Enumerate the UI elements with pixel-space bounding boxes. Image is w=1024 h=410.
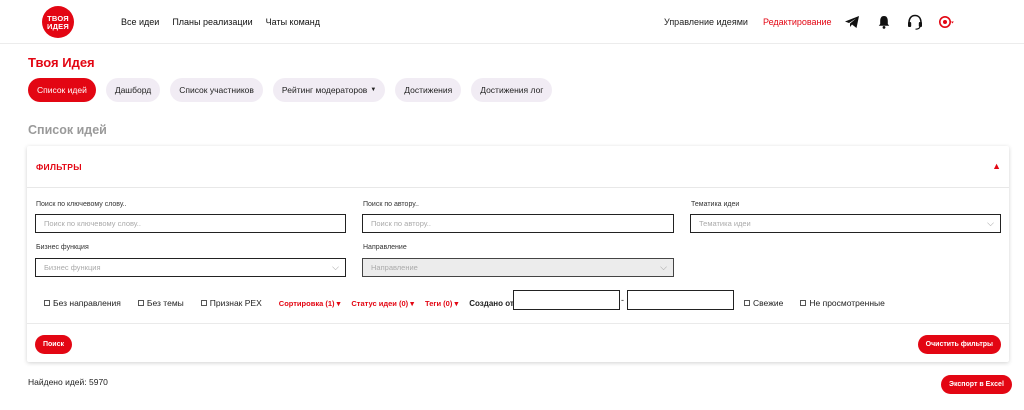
keyword-label: Поиск по ключевому слову.. [36, 201, 127, 208]
keyword-placeholder: Поиск по ключевому слову.. [44, 219, 141, 228]
tags-dropdown[interactable]: Теги (0) ▾ [425, 299, 458, 308]
divider [27, 323, 1009, 324]
section-title: Список идей [28, 123, 107, 137]
search-button[interactable]: Поиск [35, 335, 73, 354]
created-from-label: Создано от [469, 298, 514, 308]
checkbox-no-direction[interactable]: Без направления [44, 298, 121, 308]
nav-team-chats[interactable]: Чаты команд [266, 17, 320, 27]
author-label: Поиск по автору.. [363, 201, 419, 208]
author-placeholder: Поиск по автору.. [371, 219, 431, 228]
checkbox-box[interactable] [800, 300, 807, 306]
sort-label: Сортировка (1) [278, 298, 335, 308]
checkbox-not-viewed[interactable]: Не просмотренные [800, 298, 885, 308]
tab-moderator-rating[interactable]: Рейтинг модераторов ▼ [272, 78, 386, 102]
tab-label: Дашборд [114, 85, 152, 95]
business-function-select[interactable]: Бизнес функция ⌵ [35, 258, 346, 277]
manage-ideas-link[interactable]: Управление идеями [664, 17, 748, 27]
date-separator: - [621, 295, 624, 305]
checkbox-box[interactable] [137, 300, 144, 306]
chevron-up-icon[interactable]: ▲ [992, 161, 1001, 171]
chevron-down-icon: ⌵ [332, 262, 339, 272]
date-from-input[interactable] [513, 290, 620, 310]
tab-idea-list[interactable]: Список идей [28, 78, 96, 102]
tab-label: Достижения [404, 85, 453, 95]
tabs-bar: Список идей Дашборд Список участников Ре… [28, 78, 553, 102]
tab-label: Рейтинг модераторов [281, 85, 368, 95]
sort-dropdown[interactable]: Сортировка (1) ▾ [279, 299, 341, 308]
tab-achievements[interactable]: Достижения [395, 78, 462, 102]
nav-implementation-plans[interactable]: Планы реализации [172, 17, 252, 27]
checkbox-rex[interactable]: Признак РЕХ [200, 298, 262, 308]
telegram-icon[interactable] [844, 14, 860, 30]
chevron-down-icon: ⌵ [660, 262, 667, 272]
clear-filters-label: Очистить фильтры [925, 341, 993, 348]
tab-dashboard[interactable]: Дашборд [105, 78, 161, 102]
checkbox-fresh[interactable]: Свежие [744, 298, 783, 308]
topic-select[interactable]: Тематика идеи ⌵ [690, 214, 1001, 233]
checkbox-no-topic[interactable]: Без темы [137, 298, 184, 308]
checkbox-box[interactable] [744, 300, 750, 306]
tab-label: Список участников [179, 85, 254, 95]
tab-participants[interactable]: Список участников [170, 78, 263, 102]
filter-options-row-right: Свежие Не просмотренные [744, 295, 902, 311]
filter-options-row: Без направления Без темы Признак РЕХ Сор… [44, 295, 516, 311]
checkbox-box[interactable] [44, 300, 50, 306]
business-function-label: Бизнес функция [36, 244, 89, 251]
status-dropdown[interactable]: Статус идеи (0) ▾ [351, 299, 414, 308]
export-button-label: Экспорт в Excel [949, 381, 1004, 388]
status-label: Статус идеи (0) [351, 298, 409, 308]
chevron-down-icon: ⌵ [987, 218, 994, 228]
topic-placeholder: Тематика идеи [699, 219, 751, 228]
checkbox-box[interactable] [200, 300, 207, 306]
checkbox-label: Признак РЕХ [209, 298, 262, 308]
filters-header[interactable]: ФИЛЬТРЫ ▲ [27, 146, 1009, 188]
checkbox-label: Без темы [146, 298, 184, 308]
tags-label: Теги (0) [424, 298, 453, 308]
editing-link[interactable]: Редактирование [763, 17, 832, 27]
filters-title: ФИЛЬТРЫ [36, 162, 82, 172]
checkbox-label: Свежие [753, 298, 784, 308]
direction-select[interactable]: Направление ⌵ [362, 258, 674, 277]
direction-placeholder: Направление [371, 263, 418, 272]
business-placeholder: Бизнес функция [44, 263, 101, 272]
tab-achievements-log[interactable]: Достижения лог [471, 78, 553, 102]
tab-label: Список идей [37, 85, 87, 95]
top-bar: ТВОЯ ИДЕЯ Все идеи Планы реализации Чаты… [0, 0, 1024, 44]
bell-icon[interactable] [876, 14, 892, 30]
export-excel-button[interactable]: Экспорт в Excel [941, 375, 1012, 394]
tab-label: Достижения лог [480, 85, 544, 95]
found-count: Найдено идей: 5970 [28, 377, 108, 387]
topic-label: Тематика идеи [691, 201, 740, 208]
author-search-input[interactable]: Поиск по автору.. [362, 214, 674, 233]
logo-text-bottom: ИДЕЯ [47, 22, 69, 31]
search-button-label: Поиск [43, 341, 65, 348]
checkbox-label: Не просмотренные [809, 298, 885, 308]
support-headset-icon[interactable] [906, 13, 924, 31]
direction-label: Направление [363, 244, 407, 251]
clear-filters-button[interactable]: Очистить фильтры [917, 335, 1001, 354]
date-to-input[interactable] [627, 290, 734, 310]
caret-down-icon: ▼ [370, 87, 377, 93]
keyword-search-input[interactable]: Поиск по ключевому слову.. [35, 214, 346, 233]
user-settings-icon[interactable] [938, 14, 954, 30]
nav-all-ideas[interactable]: Все идеи [121, 17, 159, 27]
brand-title: Твоя Идея [28, 55, 95, 70]
logo[interactable]: ТВОЯ ИДЕЯ [42, 6, 74, 38]
top-nav: Все идеи Планы реализации Чаты команд [121, 17, 320, 27]
filters-card: ФИЛЬТРЫ ▲ Поиск по ключевому слову.. Пои… [27, 146, 1009, 362]
checkbox-label: Без направления [53, 298, 121, 308]
